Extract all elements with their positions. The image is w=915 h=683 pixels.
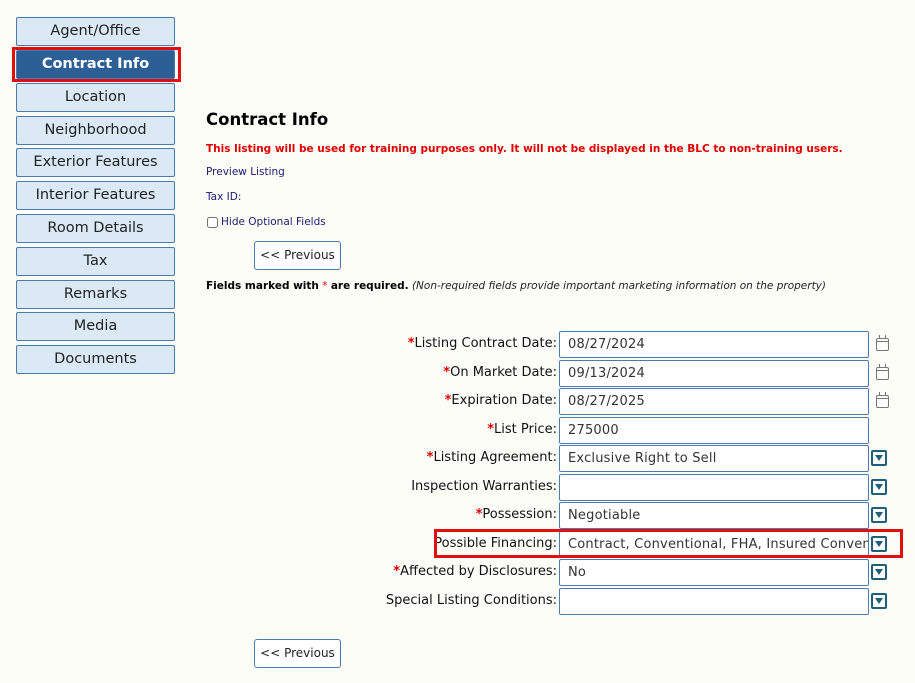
previous-button-bottom[interactable]: << Previous xyxy=(254,639,341,668)
listing-contract-date-label: Listing Contract Date: xyxy=(414,336,557,351)
hide-optional-checkbox[interactable] xyxy=(207,216,218,228)
possible-financing-label: Possible Financing: xyxy=(434,536,557,551)
inspection-warranties-select[interactable] xyxy=(559,474,869,501)
sidebar-item-interior-features[interactable]: Interior Features xyxy=(16,181,175,210)
possession-label: Possession: xyxy=(482,507,557,522)
inspection-warranties-label: Inspection Warranties: xyxy=(411,479,557,494)
expiration-date-input[interactable]: 08/27/2025 xyxy=(559,388,869,415)
sidebar-item-remarks[interactable]: Remarks xyxy=(16,280,175,309)
calendar-icon[interactable] xyxy=(876,364,889,380)
listing-contract-date-input[interactable]: 08/27/2024 xyxy=(559,331,869,358)
form-row-listing-contract-date: *Listing Contract Date: 08/27/2024 xyxy=(300,331,900,358)
dropdown-icon[interactable] xyxy=(871,450,887,466)
required-star: * xyxy=(322,280,328,292)
hide-optional-fields[interactable]: Hide Optional Fields xyxy=(206,216,326,228)
form-row-list-price: *List Price: 275000 xyxy=(300,417,900,444)
form-row-affected-by-disclosures: *Affected by Disclosures: No xyxy=(300,559,900,586)
dropdown-icon[interactable] xyxy=(871,564,887,580)
on-market-date-input[interactable]: 09/13/2024 xyxy=(559,360,869,387)
form-row-expiration-date: *Expiration Date: 08/27/2025 xyxy=(300,388,900,415)
required-fields-note: Fields marked with * are required. (Non-… xyxy=(206,280,826,292)
sidebar-item-media[interactable]: Media xyxy=(16,312,175,341)
affected-by-disclosures-label: Affected by Disclosures: xyxy=(400,564,557,579)
sidebar-item-exterior-features[interactable]: Exterior Features xyxy=(16,148,175,177)
on-market-date-label: On Market Date: xyxy=(450,365,557,380)
sidebar-item-room-details[interactable]: Room Details xyxy=(16,214,175,243)
possible-financing-select[interactable]: Contract, Conventional, FHA, Insured Con… xyxy=(559,531,869,558)
listing-agreement-label: Listing Agreement: xyxy=(433,450,557,465)
sidebar-item-location[interactable]: Location xyxy=(16,83,175,112)
calendar-icon[interactable] xyxy=(876,335,889,351)
hide-optional-label: Hide Optional Fields xyxy=(221,216,326,228)
dropdown-icon[interactable] xyxy=(871,593,887,609)
sidebar-item-neighborhood[interactable]: Neighborhood xyxy=(16,116,175,145)
dropdown-icon[interactable] xyxy=(871,536,887,552)
form-row-possession: *Possession: Negotiable xyxy=(300,502,900,529)
form-row-special-listing-conditions: Special Listing Conditions: xyxy=(300,588,900,615)
dropdown-icon[interactable] xyxy=(871,507,887,523)
required-note-prefix: Fields marked with xyxy=(206,280,319,292)
required-note-suffix: are required. xyxy=(330,280,409,292)
sidebar-item-tax[interactable]: Tax xyxy=(16,247,175,276)
required-star: * xyxy=(407,336,415,351)
affected-by-disclosures-select[interactable]: No xyxy=(559,559,869,586)
list-price-label: List Price: xyxy=(494,422,557,437)
dropdown-icon[interactable] xyxy=(871,479,887,495)
expiration-date-label: Expiration Date: xyxy=(451,393,557,408)
possession-select[interactable]: Negotiable xyxy=(559,502,869,529)
page-title: Contract Info xyxy=(206,110,329,129)
preview-listing-link[interactable]: Preview Listing xyxy=(206,166,285,178)
sidebar-item-contract-info[interactable]: Contract Info xyxy=(16,50,175,79)
tax-id-label: Tax ID: xyxy=(206,191,242,203)
listing-agreement-select[interactable]: Exclusive Right to Sell xyxy=(559,445,869,472)
special-listing-conditions-select[interactable] xyxy=(559,588,869,615)
list-price-input[interactable]: 275000 xyxy=(559,417,869,444)
previous-button-top[interactable]: << Previous xyxy=(254,241,341,270)
sidebar-item-documents[interactable]: Documents xyxy=(16,345,175,374)
sidebar-item-agent-office[interactable]: Agent/Office xyxy=(16,17,175,46)
training-warning: This listing will be used for training p… xyxy=(206,143,843,155)
calendar-icon[interactable] xyxy=(876,392,889,408)
special-listing-conditions-label: Special Listing Conditions: xyxy=(385,593,557,608)
form-row-on-market-date: *On Market Date: 09/13/2024 xyxy=(300,360,900,387)
form-row-listing-agreement: *Listing Agreement: Exclusive Right to S… xyxy=(300,445,900,472)
form-row-possible-financing: Possible Financing: Contract, Convention… xyxy=(300,531,900,558)
form-row-inspection-warranties: Inspection Warranties: xyxy=(300,474,900,501)
required-note-italic: (Non-required fields provide important m… xyxy=(411,280,826,292)
